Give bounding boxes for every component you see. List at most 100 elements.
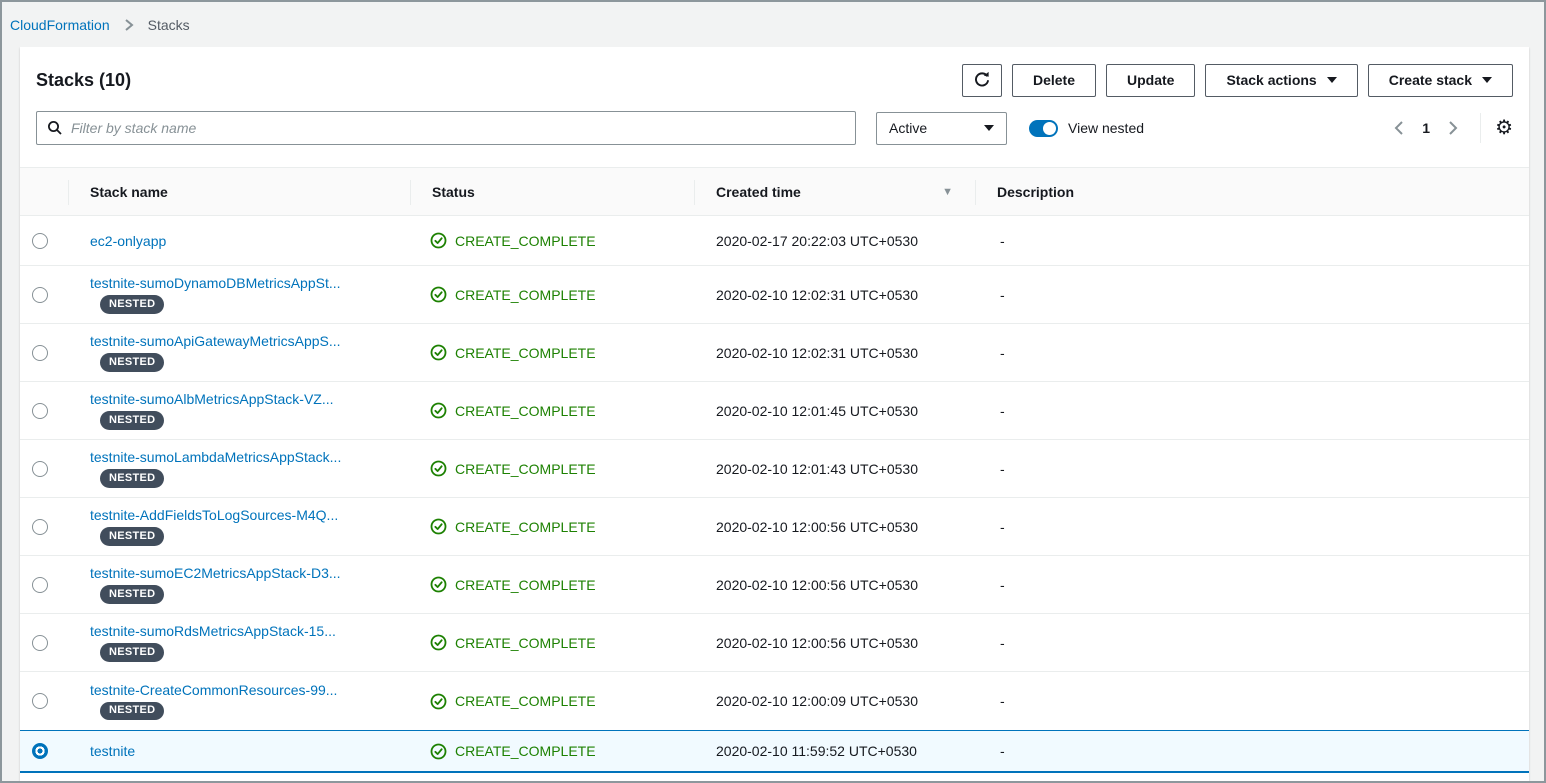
column-description[interactable]: Description <box>975 168 1529 215</box>
column-created-time[interactable]: Created time ▼ <box>694 168 975 215</box>
search-icon <box>47 120 63 136</box>
nested-badge: NESTED <box>100 469 164 487</box>
row-radio[interactable] <box>32 287 48 303</box>
nested-badge: NESTED <box>100 702 164 720</box>
stack-name-link[interactable]: testnite-sumoDynamoDBMetricsAppSt... <box>90 275 341 291</box>
status-text: CREATE_COMPLETE <box>455 635 596 651</box>
stack-name-link[interactable]: testnite-AddFieldsToLogSources-M4Q... <box>90 507 338 523</box>
description: - <box>975 324 1529 381</box>
table-row[interactable]: testnite-sumoDynamoDBMetricsAppSt... NES… <box>20 266 1529 324</box>
refresh-button[interactable] <box>962 64 1002 97</box>
sort-descending-icon[interactable]: ▼ <box>942 186 953 198</box>
table-row[interactable]: testnite-sumoAlbMetricsAppStack-VZ... NE… <box>20 382 1529 440</box>
refresh-icon <box>973 71 991 89</box>
created-time: 2020-02-10 12:02:31 UTC+0530 <box>694 324 975 381</box>
stack-actions-button[interactable]: Stack actions <box>1205 64 1357 97</box>
stack-name-link[interactable]: testnite-sumoLambdaMetricsAppStack... <box>90 449 341 465</box>
stack-name-link[interactable]: testnite-sumoAlbMetricsAppStack-VZ... <box>90 391 334 407</box>
column-stack-name[interactable]: Stack name <box>68 168 410 215</box>
stack-name-link[interactable]: testnite-sumoRdsMetricsAppStack-15... <box>90 623 336 639</box>
nested-badge: NESTED <box>100 295 164 313</box>
description: - <box>975 440 1529 497</box>
description: - <box>975 672 1529 730</box>
update-button[interactable]: Update <box>1106 64 1195 97</box>
stack-name-link[interactable]: testnite-sumoApiGatewayMetricsAppS... <box>90 333 341 349</box>
status-text: CREATE_COMPLETE <box>455 461 596 477</box>
table-row[interactable]: testnite-AddFieldsToLogSources-M4Q... NE… <box>20 498 1529 556</box>
created-time: 2020-02-10 12:02:31 UTC+0530 <box>694 266 975 323</box>
row-radio[interactable] <box>32 403 48 419</box>
previous-page-button[interactable] <box>1388 116 1410 140</box>
status-success-icon <box>430 693 447 710</box>
nested-badge: NESTED <box>100 411 164 429</box>
pagination: 1 ⚙ <box>1388 113 1513 143</box>
status-success-icon <box>430 232 447 249</box>
view-nested-label: View nested <box>1068 120 1144 136</box>
status-text: CREATE_COMPLETE <box>455 287 596 303</box>
table-row[interactable]: testnite-sumoEC2MetricsAppStack-D3... NE… <box>20 556 1529 614</box>
table-row[interactable]: testnite-sumoRdsMetricsAppStack-15... NE… <box>20 614 1529 672</box>
status-success-icon <box>430 286 447 303</box>
row-radio[interactable] <box>32 577 48 593</box>
created-time: 2020-02-10 12:00:56 UTC+0530 <box>694 498 975 555</box>
description: - <box>975 216 1529 265</box>
status-success-icon <box>430 344 447 361</box>
description: - <box>975 614 1529 671</box>
preferences-gear-button[interactable]: ⚙ <box>1495 118 1513 138</box>
status-text: CREATE_COMPLETE <box>455 519 596 535</box>
row-radio[interactable] <box>32 693 48 709</box>
breadcrumb-chevron-icon <box>124 18 134 32</box>
stack-name-link[interactable]: testnite-sumoEC2MetricsAppStack-D3... <box>90 565 341 581</box>
row-radio[interactable] <box>32 743 48 759</box>
table-row[interactable]: testnite-sumoApiGatewayMetricsAppS... NE… <box>20 324 1529 382</box>
current-page[interactable]: 1 <box>1422 120 1430 136</box>
page-title: Stacks(10) <box>36 70 131 91</box>
status-success-icon <box>430 576 447 593</box>
breadcrumb-current: Stacks <box>148 17 190 33</box>
status-success-icon <box>430 518 447 535</box>
table-header: Stack name Status Created time ▼ Descrip… <box>20 167 1529 216</box>
view-nested-toggle[interactable] <box>1029 120 1058 137</box>
description: - <box>975 731 1529 771</box>
created-time: 2020-02-10 12:00:56 UTC+0530 <box>694 556 975 613</box>
chevron-down-icon <box>984 125 994 131</box>
description: - <box>975 266 1529 323</box>
description: - <box>975 382 1529 439</box>
stack-name-link[interactable]: ec2-onlyapp <box>90 233 166 249</box>
row-radio[interactable] <box>32 519 48 535</box>
table-row[interactable]: ec2-onlyapp CREATE_COMPLETE 2020-02-17 2… <box>20 216 1529 266</box>
stacks-card: Stacks(10) Delete Update <box>20 47 1529 781</box>
chevron-down-icon <box>1482 77 1492 83</box>
chevron-down-icon <box>1327 77 1337 83</box>
next-page-button[interactable] <box>1442 116 1464 140</box>
stack-name-link[interactable]: testnite-CreateCommonResources-99... <box>90 682 337 698</box>
breadcrumb-cloudformation-link[interactable]: CloudFormation <box>10 17 110 33</box>
status-text: CREATE_COMPLETE <box>455 743 596 759</box>
row-radio[interactable] <box>32 345 48 361</box>
create-stack-button[interactable]: Create stack <box>1368 64 1513 97</box>
status-text: CREATE_COMPLETE <box>455 577 596 593</box>
status-text: CREATE_COMPLETE <box>455 693 596 709</box>
status-filter-select[interactable]: Active <box>876 112 1007 145</box>
row-radio[interactable] <box>32 461 48 477</box>
delete-button[interactable]: Delete <box>1012 64 1096 97</box>
status-success-icon <box>430 634 447 651</box>
nested-badge: NESTED <box>100 643 164 661</box>
status-success-icon <box>430 743 447 760</box>
created-time: 2020-02-10 11:59:52 UTC+0530 <box>694 731 975 771</box>
breadcrumb: CloudFormation Stacks <box>2 2 1544 47</box>
row-radio[interactable] <box>32 233 48 249</box>
description: - <box>975 556 1529 613</box>
search-input[interactable] <box>71 112 845 144</box>
row-radio[interactable] <box>32 635 48 651</box>
column-status[interactable]: Status <box>410 168 694 215</box>
nested-badge: NESTED <box>100 527 164 545</box>
table-body: ec2-onlyapp CREATE_COMPLETE 2020-02-17 2… <box>20 216 1529 773</box>
stacks-table: Stack name Status Created time ▼ Descrip… <box>20 167 1529 773</box>
stack-filter <box>36 111 856 145</box>
status-text: CREATE_COMPLETE <box>455 403 596 419</box>
table-row[interactable]: testnite-CreateCommonResources-99... NES… <box>20 672 1529 730</box>
table-row[interactable]: testnite-sumoLambdaMetricsAppStack... NE… <box>20 440 1529 498</box>
table-row[interactable]: testnite CREATE_COMPLETE 2020-02-10 11:5… <box>20 730 1529 773</box>
stack-name-link[interactable]: testnite <box>90 743 135 759</box>
